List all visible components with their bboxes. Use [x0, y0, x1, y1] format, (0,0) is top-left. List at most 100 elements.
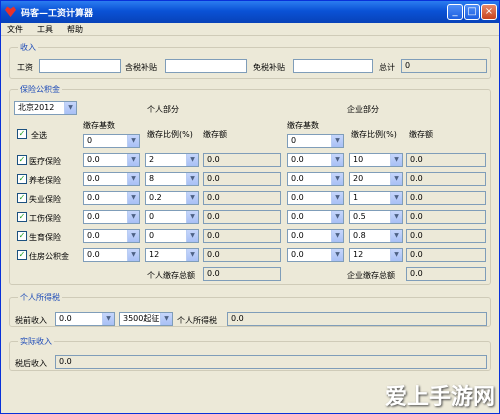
company-ratio-select[interactable]: 0.8 ▼: [349, 229, 403, 243]
chevron-down-icon: ▼: [331, 173, 343, 185]
insurance-name: 生育保险: [29, 233, 61, 242]
chevron-down-icon: ▼: [331, 249, 343, 261]
insurance-name: 养老保险: [29, 176, 61, 185]
chevron-down-icon: ▼: [186, 173, 198, 185]
company-ratio-select[interactable]: 20 ▼: [349, 172, 403, 186]
personal-amount: 0.0: [203, 172, 281, 186]
app-heart-icon: [5, 6, 16, 17]
personal-amount-header: 缴存额: [203, 130, 227, 139]
city-select[interactable]: 北京2012 ▼: [14, 101, 77, 115]
menu-tools[interactable]: 工具: [37, 24, 53, 35]
income-tax-value: 0.0: [227, 312, 487, 326]
aftertax-label: 税后收入: [15, 359, 47, 368]
row-checkbox[interactable]: ✓: [17, 174, 27, 184]
personal-base-select[interactable]: 0.0 ▼: [83, 229, 140, 243]
company-base-select[interactable]: 0.0 ▼: [287, 229, 344, 243]
company-ratio-select[interactable]: 12 ▼: [349, 248, 403, 262]
company-amount-header: 缴存额: [409, 130, 433, 139]
personal-base-select[interactable]: 0.0 ▼: [83, 210, 140, 224]
company-base-select[interactable]: 0.0 ▼: [287, 153, 344, 167]
personal-amount: 0.0: [203, 153, 281, 167]
personal-ratio-select[interactable]: 2 ▼: [145, 153, 199, 167]
insurance-name: 住房公积金: [29, 252, 69, 261]
insurance-name: 工伤保险: [29, 214, 61, 223]
chevron-down-icon: ▼: [127, 249, 139, 261]
chevron-down-icon: ▼: [390, 230, 402, 242]
menu-help[interactable]: 帮助: [67, 24, 83, 35]
personal-ratio-select[interactable]: 12 ▼: [145, 248, 199, 262]
pretax-label: 税前收入: [15, 316, 47, 325]
total-label: 总计: [379, 63, 395, 72]
company-base-select[interactable]: 0.0 ▼: [287, 248, 344, 262]
row-checkbox[interactable]: ✓: [17, 193, 27, 203]
company-base-select[interactable]: 0.0 ▼: [287, 210, 344, 224]
watermark: 爱上手游网: [384, 385, 495, 410]
personal-ratio-select[interactable]: 0 ▼: [145, 210, 199, 224]
company-amount: 0.0: [406, 210, 486, 224]
chevron-down-icon: ▼: [390, 154, 402, 166]
minimize-button[interactable]: _: [447, 4, 463, 20]
personal-ratio-select[interactable]: 8 ▼: [145, 172, 199, 186]
chevron-down-icon: ▼: [64, 102, 76, 114]
row-checkbox[interactable]: ✓: [17, 231, 27, 241]
row-checkbox[interactable]: ✓: [17, 212, 27, 222]
chevron-down-icon: ▼: [331, 230, 343, 242]
company-ratio-select[interactable]: 10 ▼: [349, 153, 403, 167]
personal-ratio-header: 缴存比例(%): [147, 130, 193, 139]
title-bar[interactable]: 码客—工资计算器 _ □ ×: [1, 1, 499, 23]
chevron-down-icon: ▼: [390, 192, 402, 204]
tax-subsidy-input[interactable]: [165, 59, 247, 73]
company-total-label: 企业缴存总额: [347, 271, 395, 280]
personal-base-select[interactable]: 0.0 ▼: [83, 248, 140, 262]
personal-base-select[interactable]: 0.0 ▼: [83, 191, 140, 205]
maximize-button[interactable]: □: [464, 4, 480, 20]
free-subsidy-label: 免税补贴: [253, 63, 285, 72]
company-ratio-select[interactable]: 0.5 ▼: [349, 210, 403, 224]
personal-base-select[interactable]: 0.0 ▼: [83, 153, 140, 167]
chevron-down-icon: ▼: [127, 192, 139, 204]
company-base-select[interactable]: 0.0 ▼: [287, 191, 344, 205]
income-tax-label: 个人所得税: [177, 316, 217, 325]
salary-input[interactable]: [39, 59, 121, 73]
row-checkbox[interactable]: ✓: [17, 155, 27, 165]
threshold-select[interactable]: 3500起征 ▼: [119, 312, 173, 326]
personal-base-all[interactable]: 0 ▼: [83, 134, 140, 148]
chevron-down-icon: ▼: [186, 211, 198, 223]
chevron-down-icon: ▼: [331, 211, 343, 223]
personal-total-label: 个人缴存总额: [147, 271, 195, 280]
chevron-down-icon: ▼: [102, 313, 114, 325]
company-amount: 0.0: [406, 191, 486, 205]
company-ratio-select[interactable]: 1 ▼: [349, 191, 403, 205]
chevron-down-icon: ▼: [127, 154, 139, 166]
total-value: 0: [401, 59, 487, 73]
actual-title: 实际收入: [18, 336, 54, 347]
chevron-down-icon: ▼: [390, 173, 402, 185]
menu-file[interactable]: 文件: [7, 24, 23, 35]
close-button[interactable]: ×: [481, 4, 497, 20]
insurance-name: 医疗保险: [29, 157, 61, 166]
free-subsidy-input[interactable]: [293, 59, 373, 73]
chevron-down-icon: ▼: [127, 173, 139, 185]
chevron-down-icon: ▼: [186, 249, 198, 261]
aftertax-value: 0.0: [55, 355, 487, 369]
company-base-all[interactable]: 0 ▼: [287, 134, 344, 148]
personal-amount: 0.0: [203, 191, 281, 205]
company-base-select[interactable]: 0.0 ▼: [287, 172, 344, 186]
company-amount: 0.0: [406, 172, 486, 186]
chevron-down-icon: ▼: [186, 154, 198, 166]
tax-title: 个人所得税: [18, 292, 62, 303]
chevron-down-icon: ▼: [127, 211, 139, 223]
income-title: 收入: [18, 42, 38, 53]
select-all-checkbox[interactable]: ✓: [17, 129, 27, 139]
chevron-down-icon: ▼: [160, 313, 172, 325]
row-checkbox[interactable]: ✓: [17, 250, 27, 260]
personal-base-select[interactable]: 0.0 ▼: [83, 172, 140, 186]
window-title: 码客—工资计算器: [21, 9, 94, 19]
company-total-value: 0.0: [406, 267, 486, 281]
pretax-select[interactable]: 0.0 ▼: [55, 312, 115, 326]
company-base-header: 缴存基数: [287, 121, 319, 130]
personal-ratio-select[interactable]: 0.2 ▼: [145, 191, 199, 205]
company-heading: 企业部分: [347, 105, 379, 114]
personal-ratio-select[interactable]: 0 ▼: [145, 229, 199, 243]
salary-label: 工资: [17, 63, 33, 72]
